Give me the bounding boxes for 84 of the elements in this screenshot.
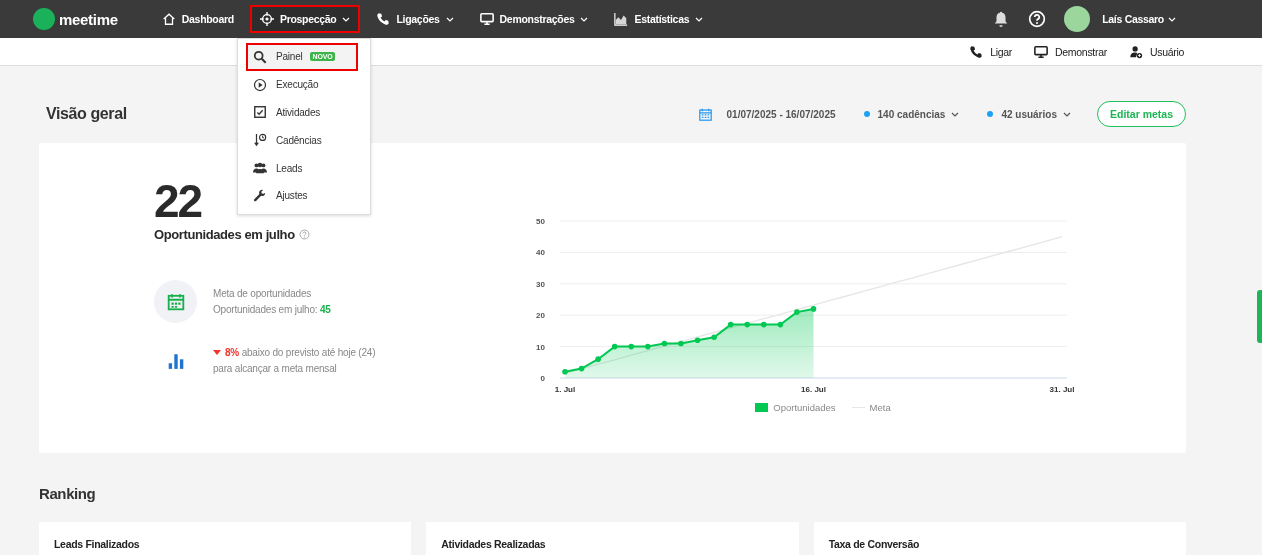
data-point <box>595 356 601 362</box>
data-point <box>694 337 701 344</box>
goal-text: Oportunidades em julho: 45 <box>213 302 331 317</box>
axis-label: 20 <box>536 311 545 321</box>
quick-action[interactable]: Usuário <box>1128 44 1184 59</box>
caret-icon <box>951 111 960 117</box>
section-title: Visão geral <box>46 105 127 123</box>
data-point <box>678 340 684 347</box>
goal-title: Meta de oportunidades <box>213 286 313 301</box>
search-icon <box>253 49 267 64</box>
user-add-icon <box>1128 44 1143 59</box>
data-point <box>761 321 767 328</box>
forecast-subtext: para alcançar a meta mensal <box>213 361 338 376</box>
calendar-icon <box>166 292 185 311</box>
data-point <box>744 321 751 328</box>
cadence-icon <box>253 133 267 148</box>
forecast-text: 8% abaixo do previsto até hoje (24) <box>225 345 376 360</box>
data-point <box>578 365 585 372</box>
date-range-picker[interactable]: 01/07/2025 - 16/07/2025 <box>698 107 836 121</box>
play-icon <box>253 77 267 92</box>
menu-item[interactable]: Atividades <box>240 98 368 127</box>
menu-item[interactable]: Cadências <box>240 126 368 155</box>
data-point <box>628 343 635 350</box>
logo-icon <box>33 8 55 30</box>
caret-icon <box>695 16 704 22</box>
axis-label: 31. Jul <box>1049 385 1075 394</box>
phone-icon <box>376 12 391 26</box>
card-title: Atividades Realizadas <box>441 538 546 550</box>
caret-icon <box>342 16 351 22</box>
data-point <box>777 321 784 328</box>
data-point <box>661 340 668 347</box>
caret-icon <box>1062 111 1071 117</box>
wrench-icon <box>253 188 267 203</box>
caret-icon <box>1168 16 1176 22</box>
quick-action[interactable]: Demonstrar <box>1034 44 1107 59</box>
filter-dropdown[interactable]: 140 cadências <box>877 108 960 120</box>
filter-dropdown[interactable]: 42 usuários <box>1001 108 1071 120</box>
caret-icon <box>445 16 454 22</box>
caret-icon <box>580 16 589 22</box>
data-point <box>645 343 651 350</box>
nav-item[interactable]: Prospecção <box>249 5 361 33</box>
checkbox-icon <box>253 105 267 120</box>
crosshair-icon <box>259 12 274 26</box>
monitor-icon <box>1034 44 1049 59</box>
nav-item[interactable]: Ligações <box>366 5 464 33</box>
axis-label: 30 <box>536 279 545 289</box>
nav-item[interactable]: Dashboard <box>151 5 244 33</box>
logo-text[interactable]: meetime <box>59 10 118 28</box>
legend-label[interactable]: Oportunidades <box>773 402 836 413</box>
menu-item[interactable]: Leads <box>240 154 368 182</box>
axis-label: 16. Jul <box>801 385 826 394</box>
axis-label: 50 <box>536 217 545 226</box>
monitor-icon <box>479 12 494 26</box>
metric-label: Oportunidades em julho <box>154 227 295 242</box>
calendar-icon <box>698 107 712 121</box>
nav-item[interactable]: Estatísticas <box>604 5 714 33</box>
data-point <box>711 334 717 340</box>
data-point <box>727 321 734 328</box>
total-count: 22 <box>154 175 202 227</box>
card-title: Leads Finalizados <box>54 538 140 550</box>
people-icon <box>253 161 267 176</box>
user-avatar[interactable] <box>1064 6 1091 32</box>
menu-item[interactable]: Ajustes <box>240 182 368 210</box>
down-triangle-icon <box>213 350 221 355</box>
phone-icon <box>969 44 984 59</box>
bar-chart-icon <box>166 351 185 370</box>
menu-item[interactable]: Execução <box>240 70 368 99</box>
legend-label[interactable]: Meta <box>869 402 891 413</box>
data-point <box>562 368 568 375</box>
quick-action[interactable]: Ligar <box>969 44 1013 59</box>
data-point <box>810 306 817 312</box>
axis-label: 0 <box>540 374 545 383</box>
section-title: Ranking <box>39 485 96 503</box>
area-chart-icon <box>614 12 629 26</box>
nav-item[interactable]: Demonstrações <box>469 5 599 33</box>
axis-label: 40 <box>536 248 545 258</box>
home-icon <box>161 12 176 26</box>
user-menu[interactable]: Laís Cassaro <box>1096 12 1182 26</box>
card-title: Taxa de Conversão <box>828 538 920 550</box>
data-point <box>794 309 800 315</box>
axis-label: 1. Jul <box>554 385 576 394</box>
legend-swatch <box>755 403 769 412</box>
data-point <box>611 343 618 350</box>
axis-label: 10 <box>536 342 545 352</box>
